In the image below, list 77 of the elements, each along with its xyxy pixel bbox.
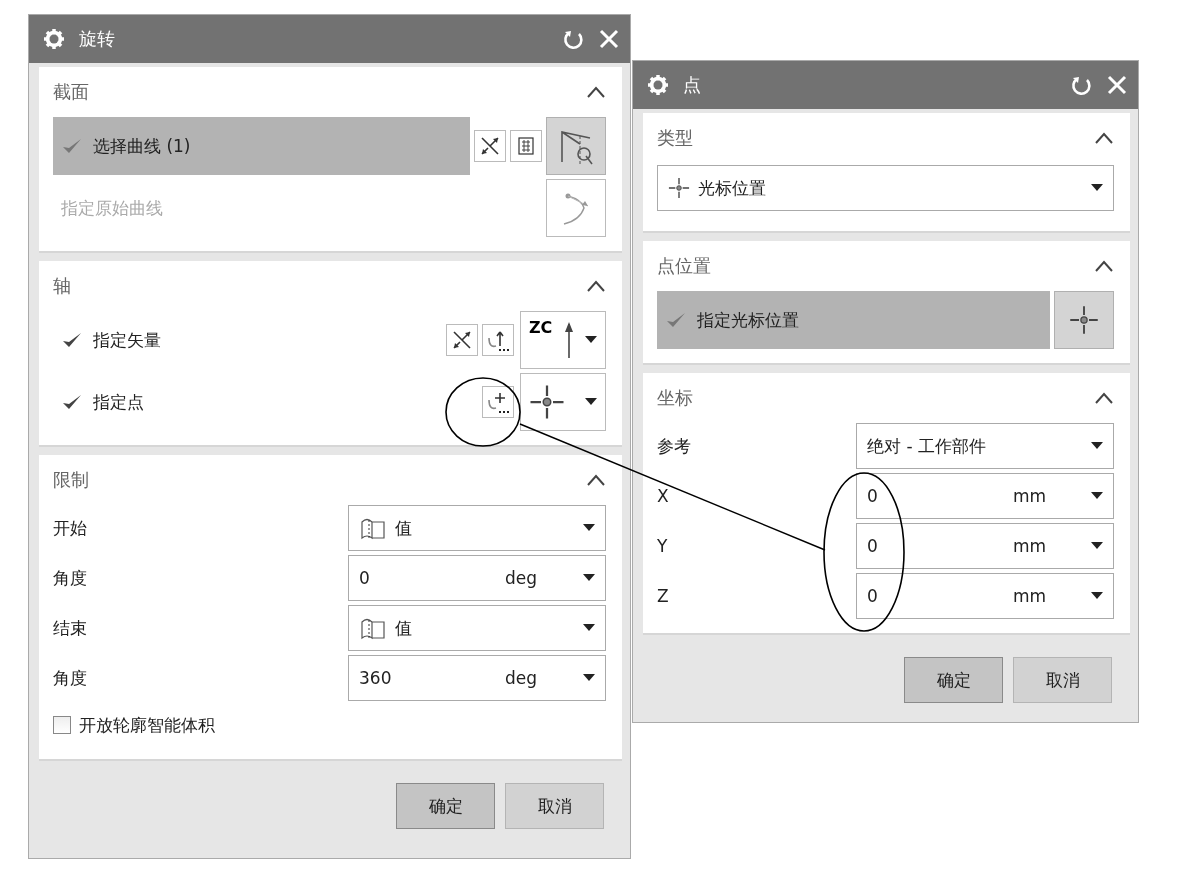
field-label: Y — [657, 536, 669, 556]
number-field[interactable]: 0 mm — [856, 523, 1114, 569]
caret-icon[interactable] — [1091, 542, 1103, 550]
number-field[interactable]: 0 mm — [856, 573, 1114, 619]
collapse-icon[interactable] — [1094, 131, 1114, 145]
field-label: 角度 — [53, 566, 88, 590]
number-field[interactable]: 0 mm — [856, 473, 1114, 519]
selection-bar[interactable]: 选择曲线 (1) — [53, 117, 470, 175]
caret-icon[interactable] — [1091, 442, 1103, 450]
collapse-icon[interactable] — [586, 85, 606, 99]
vector-label: ZC — [529, 318, 553, 337]
dropdown[interactable]: 值 — [348, 605, 606, 651]
field-label: 角度 — [53, 666, 88, 690]
number-field[interactable]: 0 deg — [348, 555, 606, 601]
section-title[interactable]: 截面 — [53, 80, 89, 104]
caret-icon[interactable] — [583, 574, 595, 582]
checkbox-label: 开放轮廓智能体积 — [79, 713, 215, 737]
caret-icon[interactable] — [1091, 184, 1103, 192]
tool-button[interactable] — [474, 130, 506, 162]
tool-button[interactable] — [482, 324, 514, 356]
window-title: 旋转 — [79, 27, 116, 51]
collapse-icon[interactable] — [1094, 391, 1114, 405]
tool-button[interactable] — [446, 324, 478, 356]
ok-button[interactable]: 确定 — [904, 657, 1003, 703]
ok-button[interactable]: 确定 — [396, 783, 495, 829]
cancel-button[interactable]: 取消 — [1013, 657, 1112, 703]
caret-icon[interactable] — [583, 524, 595, 532]
selection-label[interactable]: 指定矢量 — [93, 328, 161, 352]
field-label: 结束 — [53, 616, 88, 640]
dropdown[interactable]: 值 — [348, 505, 606, 551]
section-title[interactable]: 轴 — [53, 274, 71, 298]
section-title[interactable]: 类型 — [657, 126, 693, 150]
collapse-icon[interactable] — [1094, 259, 1114, 273]
close-icon[interactable] — [1106, 74, 1128, 96]
selection-label: 指定光标位置 — [697, 308, 799, 332]
section-title[interactable]: 限制 — [53, 468, 89, 492]
crosshair-icon — [529, 384, 565, 420]
point-dialog-icon — [486, 390, 510, 414]
collapse-icon[interactable] — [586, 473, 606, 487]
caret-icon[interactable] — [585, 336, 597, 344]
reset-icon[interactable] — [1070, 74, 1092, 96]
tool-button[interactable] — [482, 386, 514, 418]
caret-icon[interactable] — [583, 624, 595, 632]
dropdown[interactable] — [520, 373, 606, 431]
field-label: 参考 — [657, 434, 692, 458]
field-label: X — [657, 486, 670, 506]
selection-label[interactable]: 指定点 — [93, 390, 144, 414]
extrude-icon — [359, 516, 387, 540]
crosshair-icon — [668, 177, 690, 199]
caret-icon[interactable] — [583, 674, 595, 682]
dropdown[interactable]: 绝对 - 工作部件 — [856, 423, 1114, 469]
collapse-icon[interactable] — [586, 279, 606, 293]
caret-icon[interactable] — [585, 398, 597, 406]
reverse-direction-icon — [479, 135, 501, 157]
up-arrow-icon — [563, 320, 574, 360]
settings-icon[interactable] — [647, 74, 669, 96]
caret-icon[interactable] — [1091, 592, 1103, 600]
settings-icon[interactable] — [43, 28, 65, 50]
selection-label: 选择曲线 (1) — [93, 134, 191, 158]
section-title[interactable]: 点位置 — [657, 254, 711, 278]
window-title: 点 — [683, 73, 702, 97]
field-label: 开始 — [53, 516, 88, 540]
dropdown[interactable]: 光标位置 — [657, 165, 1114, 211]
caret-icon[interactable] — [1091, 492, 1103, 500]
dropdown[interactable]: ZC — [520, 311, 606, 369]
crosshair-icon — [1069, 305, 1099, 335]
selection-bar[interactable]: 指定光标位置 — [657, 291, 1050, 349]
extrude-icon — [359, 616, 387, 640]
sketch-icon — [515, 135, 537, 157]
checkbox[interactable] — [53, 716, 71, 734]
reset-icon[interactable] — [562, 28, 584, 50]
number-field[interactable]: 360 deg — [348, 655, 606, 701]
reverse-direction-icon — [451, 329, 473, 351]
field-label: Z — [657, 586, 670, 606]
close-icon[interactable] — [598, 28, 620, 50]
cancel-button[interactable]: 取消 — [505, 783, 604, 829]
section-title[interactable]: 坐标 — [657, 386, 693, 410]
